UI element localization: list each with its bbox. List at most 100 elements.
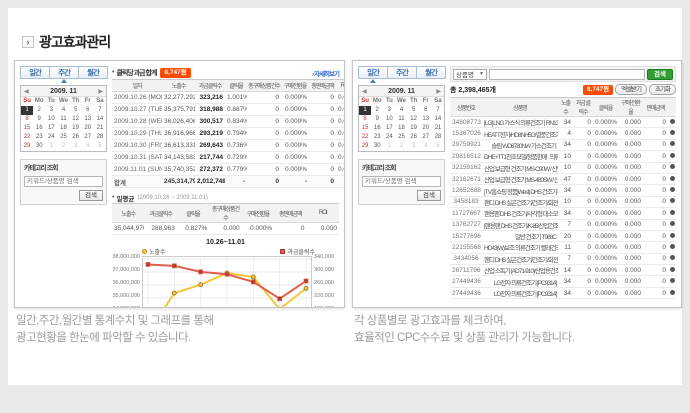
calendar-day[interactable]: 7 xyxy=(432,106,444,115)
calendar-day[interactable]: 5 xyxy=(94,142,106,151)
row-detail-icon[interactable] xyxy=(670,187,675,192)
calendar-day[interactable]: 29 xyxy=(21,142,33,151)
tab-일간[interactable]: 일간 xyxy=(358,66,388,79)
calendar-day[interactable]: 27 xyxy=(82,133,94,142)
calendar-day[interactable]: 1 xyxy=(21,106,33,115)
calendar-day[interactable]: 11 xyxy=(57,115,69,124)
calendar-prev-icon[interactable]: ◀ xyxy=(24,88,29,95)
calendar-day[interactable]: 14 xyxy=(432,115,444,124)
calendar-day[interactable]: 30 xyxy=(371,142,383,151)
row-detail-icon[interactable] xyxy=(670,198,675,203)
calendar-day[interactable]: 18 xyxy=(57,124,69,133)
category-search-button[interactable]: 검색 xyxy=(417,190,441,201)
calendar-day[interactable]: 2 xyxy=(57,142,69,151)
calendar-day[interactable]: 21 xyxy=(94,124,106,133)
calendar-day[interactable]: 12 xyxy=(70,115,82,124)
calendar-day[interactable]: 6 xyxy=(82,106,94,115)
calendar-day[interactable]: 26 xyxy=(408,133,420,142)
row-detail-icon[interactable] xyxy=(670,244,675,249)
calendar-day[interactable]: 24 xyxy=(45,133,57,142)
calendar-day[interactable]: 15 xyxy=(21,124,33,133)
calendar-day[interactable]: 4 xyxy=(57,106,69,115)
calendar-day[interactable]: 4 xyxy=(420,142,432,151)
category-search-input[interactable] xyxy=(24,176,103,187)
row-detail-icon[interactable] xyxy=(670,130,675,135)
calendar-day[interactable]: 4 xyxy=(395,106,407,115)
calendar-day[interactable]: 5 xyxy=(432,142,444,151)
calendar-day[interactable]: 9 xyxy=(371,115,383,124)
calendar-next-icon[interactable]: ▶ xyxy=(436,88,441,95)
calendar-day[interactable]: 16 xyxy=(371,124,383,133)
calendar-day[interactable]: 30 xyxy=(33,142,45,151)
search-field-select[interactable]: 상품명 ▼ xyxy=(453,69,487,80)
calendar-day[interactable]: 18 xyxy=(395,124,407,133)
calendar-day[interactable]: 13 xyxy=(82,115,94,124)
product-search-button[interactable]: 검색 xyxy=(647,69,673,80)
product-search-input[interactable] xyxy=(489,69,645,80)
row-detail-icon[interactable] xyxy=(670,141,675,146)
calendar-day[interactable]: 8 xyxy=(359,115,371,124)
calendar-prev-icon[interactable]: ◀ xyxy=(362,88,367,95)
calendar-day[interactable]: 27 xyxy=(420,133,432,142)
calendar-day[interactable]: 17 xyxy=(45,124,57,133)
calendar-day[interactable]: 20 xyxy=(420,124,432,133)
calendar-day[interactable]: 16 xyxy=(33,124,45,133)
calendar-day[interactable]: 19 xyxy=(408,124,420,133)
calendar-day[interactable]: 3 xyxy=(383,106,395,115)
calendar-day[interactable]: 28 xyxy=(94,133,106,142)
calendar-day[interactable]: 24 xyxy=(383,133,395,142)
calendar-day[interactable]: 1 xyxy=(383,142,395,151)
calendar-day[interactable]: 5 xyxy=(70,106,82,115)
calendar-day[interactable]: 13 xyxy=(420,115,432,124)
calendar-day[interactable]: 29 xyxy=(359,142,371,151)
calendar-day[interactable]: 2 xyxy=(371,106,383,115)
calendar-day[interactable]: 10 xyxy=(45,115,57,124)
row-detail-icon[interactable] xyxy=(670,255,675,260)
calendar-day[interactable]: 25 xyxy=(57,133,69,142)
tab-월간[interactable]: 월간 xyxy=(416,66,446,79)
calendar-day[interactable]: 3 xyxy=(45,106,57,115)
calendar-day[interactable]: 19 xyxy=(70,124,82,133)
calendar-day[interactable]: 7 xyxy=(94,106,106,115)
calendar-day[interactable]: 6 xyxy=(420,106,432,115)
row-detail-icon[interactable] xyxy=(670,176,675,181)
calendar-day[interactable]: 23 xyxy=(371,133,383,142)
calendar-day[interactable]: 15 xyxy=(359,124,371,133)
calendar-day[interactable]: 14 xyxy=(94,115,106,124)
row-detail-icon[interactable] xyxy=(670,278,675,283)
row-detail-icon[interactable] xyxy=(670,267,675,272)
tab-월간[interactable]: 월간 xyxy=(78,66,108,79)
calendar-day[interactable]: 5 xyxy=(408,106,420,115)
calendar-day[interactable]: 25 xyxy=(395,133,407,142)
calendar-day[interactable]: 3 xyxy=(70,142,82,151)
calendar-day[interactable]: 22 xyxy=(359,133,371,142)
calendar-day[interactable]: 22 xyxy=(21,133,33,142)
calendar-day[interactable]: 23 xyxy=(33,133,45,142)
calendar-day[interactable]: 4 xyxy=(82,142,94,151)
row-detail-icon[interactable] xyxy=(670,119,675,124)
excel-download-button[interactable]: 엑셀받기 xyxy=(615,84,647,95)
row-detail-icon[interactable] xyxy=(670,221,675,226)
row-detail-icon[interactable] xyxy=(670,233,675,238)
calendar-day[interactable]: 12 xyxy=(408,115,420,124)
calendar-day[interactable]: 28 xyxy=(432,133,444,142)
category-search-input[interactable] xyxy=(362,176,441,187)
detail-link[interactable]: › 자세히보기 xyxy=(312,68,339,78)
calendar-day[interactable]: 11 xyxy=(395,115,407,124)
calendar-day[interactable]: 20 xyxy=(82,124,94,133)
calendar-day[interactable]: 21 xyxy=(432,124,444,133)
calendar-day[interactable]: 2 xyxy=(395,142,407,151)
tab-주간[interactable]: 주간 xyxy=(49,66,79,79)
calendar-day[interactable]: 8 xyxy=(21,115,33,124)
row-detail-icon[interactable] xyxy=(670,153,675,158)
category-search-button[interactable]: 검색 xyxy=(79,190,103,201)
tab-주간[interactable]: 주간 xyxy=(387,66,417,79)
row-detail-icon[interactable] xyxy=(670,164,675,169)
row-detail-icon[interactable] xyxy=(670,290,675,295)
calendar-day[interactable]: 1 xyxy=(45,142,57,151)
calendar-day[interactable]: 17 xyxy=(383,124,395,133)
calendar-next-icon[interactable]: ▶ xyxy=(98,88,103,95)
calendar-day[interactable]: 3 xyxy=(408,142,420,151)
reset-button[interactable]: 초기화 xyxy=(649,84,676,95)
tab-일간[interactable]: 일간 xyxy=(20,66,50,79)
